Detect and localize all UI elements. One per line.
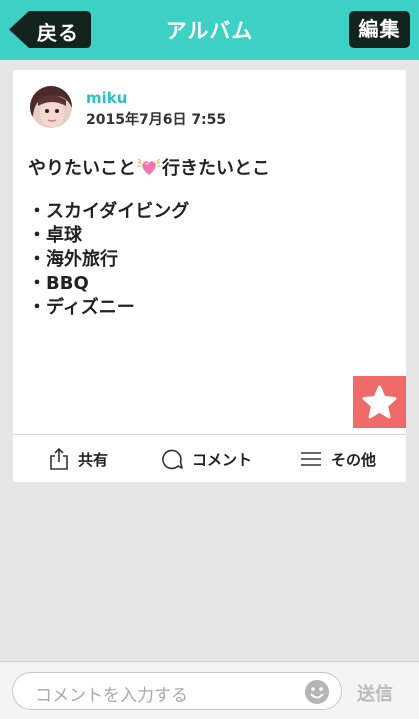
share-label: 共有 [78, 450, 109, 469]
avatar-image [30, 86, 72, 128]
post-title-before: やりたいこと [28, 158, 136, 179]
comment-button[interactable]: コメント [161, 446, 252, 472]
post-datetime: 2015年7月6日 7:55 [86, 112, 227, 128]
post-card: miku 2015年7月6日 7:55 やりたいこと 行きたいとこ ・スカイダイ… [13, 70, 406, 482]
avatar[interactable] [30, 86, 72, 128]
comment-placeholder: コメントを入力する [35, 686, 188, 706]
post-title-after: 行きたいとこ [162, 158, 270, 179]
edit-button[interactable]: 編集 [349, 11, 410, 48]
post-item-list: ・スカイダイビング ・卓球 ・海外旅行 ・BBQ ・ディズニー [28, 200, 189, 320]
heart-emoji-icon [136, 157, 162, 177]
list-item: ・ディズニー [28, 297, 135, 318]
list-item: ・卓球 [28, 225, 82, 246]
navigation-bar: 戻る アルバム 編集 [0, 0, 419, 60]
speech-bubble-icon [162, 449, 183, 470]
more-options-label: その他 [331, 450, 377, 469]
list-item: ・スカイダイビング [28, 201, 190, 222]
post-title-line: やりたいこと 行きたいとこ [28, 154, 270, 180]
star-icon [362, 385, 397, 419]
comment-label: コメント [192, 450, 253, 469]
list-item: ・海外旅行 [28, 249, 118, 270]
card-divider [13, 434, 406, 435]
send-button[interactable]: 送信 [357, 680, 393, 706]
comment-bar: コメントを入力する 送信 [0, 661, 419, 719]
smiley-emoji-icon[interactable] [303, 678, 331, 706]
share-icon [50, 447, 68, 470]
comment-input[interactable]: コメントを入力する [12, 672, 342, 710]
more-options-button[interactable]: その他 [300, 446, 376, 472]
post-username[interactable]: miku [86, 89, 127, 107]
favorite-button[interactable] [353, 376, 406, 428]
menu-lines-icon [301, 452, 321, 466]
share-button[interactable]: 共有 [49, 446, 108, 472]
list-item: ・BBQ [28, 273, 89, 294]
